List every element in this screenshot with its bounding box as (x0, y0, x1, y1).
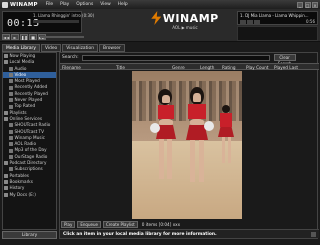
menu-file[interactable]: File (46, 2, 53, 7)
podcast-directory-icon (4, 161, 8, 166)
stop-button[interactable]: ■ (29, 34, 37, 40)
winamp-music-icon (9, 136, 13, 140)
search-input[interactable] (81, 54, 270, 61)
library-tree: Now Playing Local Media Audio Video Most… (2, 52, 57, 230)
menu-view[interactable]: View (100, 2, 110, 7)
brand-name: WINAMP (162, 11, 219, 25)
info-text: Click an item in your local media librar… (63, 231, 217, 237)
column-genre[interactable]: Genre (172, 64, 185, 71)
app-title: WINAMP (10, 1, 38, 8)
mini-play-icon[interactable] (247, 20, 253, 24)
column-title[interactable]: Title (116, 64, 125, 71)
subscriptions-icon (9, 167, 13, 172)
player-display: 00:13 1. Llama Rhinggin' intro (0:30) (2, 11, 94, 33)
tab-visualization[interactable]: Visualization (62, 44, 98, 52)
play-button[interactable]: ► (11, 34, 19, 40)
menu-help[interactable]: Help (118, 2, 128, 7)
enqueue-button[interactable]: Enqueue (77, 220, 101, 228)
portables-icon (4, 173, 8, 178)
clear-search-button[interactable]: Clear Search (273, 54, 296, 66)
nav-item-my-docs[interactable]: My Docs (E:) (3, 192, 56, 198)
close-button[interactable]: × (312, 1, 318, 8)
menu-play[interactable]: Play (60, 2, 69, 7)
playlist-panel[interactable] (237, 26, 318, 41)
action-bar: Play Enqueue Create Playlist 0 items [0:… (60, 220, 319, 228)
spectrum-visualizer[interactable] (33, 20, 79, 23)
recently-added-icon (9, 85, 13, 90)
shoutcast-radio-icon (9, 123, 13, 128)
video-icon (9, 73, 13, 78)
now-playing-title: 1. DJ Mia Llama - Llama Whippin... (240, 13, 309, 18)
aol-radio-icon (9, 142, 13, 147)
winamp-logo-icon (2, 1, 8, 8)
recently-played-icon (9, 91, 13, 96)
online-services-icon (4, 117, 8, 122)
winamp-bolt-icon (151, 11, 162, 25)
now-playing-icon (4, 54, 8, 59)
column-played-last[interactable]: Played Last (274, 64, 298, 71)
winamp-brand: WINAMP AOL ▶ music (135, 11, 235, 39)
title-bar: WINAMP File Play Options View Help _ □ × (0, 0, 320, 9)
menu-bar: File Play Options View Help (46, 2, 128, 7)
ourstage-radio-icon (9, 154, 13, 159)
mp3-of-the-day-icon (9, 148, 13, 153)
bookmarks-icon (4, 180, 8, 185)
tab-video[interactable]: Video (40, 44, 62, 52)
column-filename[interactable]: Filename (62, 64, 81, 71)
shoutcast-tv-icon (9, 129, 13, 134)
search-label: Search: (62, 55, 79, 60)
column-length[interactable]: Length (200, 64, 214, 71)
create-playlist-button[interactable]: Create Playlist (102, 220, 138, 228)
track-title: 1. Llama Rhinggin' intro (0:30) (33, 13, 95, 18)
previous-button[interactable]: ◄◄ (2, 34, 10, 40)
info-bar: Click an item in your local media librar… (60, 229, 319, 238)
tab-browser[interactable]: Browser (98, 44, 125, 52)
search-bar: Search: Clear Search (60, 53, 319, 66)
column-play-count[interactable]: Play Count (246, 64, 269, 71)
local-media-icon (4, 60, 8, 65)
playlists-icon (4, 110, 8, 115)
column-headers: Filename Title Genre Length Rating Play … (60, 63, 319, 70)
library-button[interactable]: Library (2, 231, 57, 239)
now-playing-panel: 1. DJ Mia Llama - Llama Whippin... 0:56 (237, 11, 318, 25)
now-playing-time: 0:56 (306, 19, 315, 24)
menu-options[interactable]: Options (76, 2, 93, 7)
never-played-icon (9, 98, 13, 103)
main-tabs: Media Library Video Visualization Browse… (2, 44, 125, 52)
maximize-button[interactable]: □ (304, 1, 311, 8)
mini-stop-icon[interactable] (254, 20, 260, 24)
brand-sub: AOL ▶ music (172, 25, 198, 30)
window-controls: _ □ × (297, 1, 318, 8)
tab-media-library[interactable]: Media Library (2, 44, 40, 52)
play-selection-button[interactable]: Play (61, 220, 76, 228)
history-icon (4, 186, 8, 191)
main-pane: Search: Clear Search Filename Title Genr… (59, 52, 319, 239)
video-preview[interactable] (132, 71, 242, 219)
minimize-button[interactable]: _ (297, 1, 303, 8)
player-strip: 00:13 1. Llama Rhinggin' intro (0:30) ◄◄… (0, 9, 320, 42)
pause-button[interactable]: ❚❚ (20, 34, 28, 40)
most-played-icon (9, 79, 13, 84)
item-count: 0 items [0:04] xxx (141, 221, 181, 227)
audio-icon (9, 66, 13, 71)
seek-bar[interactable] (40, 36, 84, 38)
top-rated-icon (9, 104, 13, 109)
collapse-info-icon[interactable] (311, 232, 316, 237)
mini-controls (240, 20, 260, 24)
mini-prev-icon[interactable] (240, 20, 246, 24)
drive-icon (4, 192, 8, 197)
column-rating[interactable]: Rating (222, 64, 236, 71)
